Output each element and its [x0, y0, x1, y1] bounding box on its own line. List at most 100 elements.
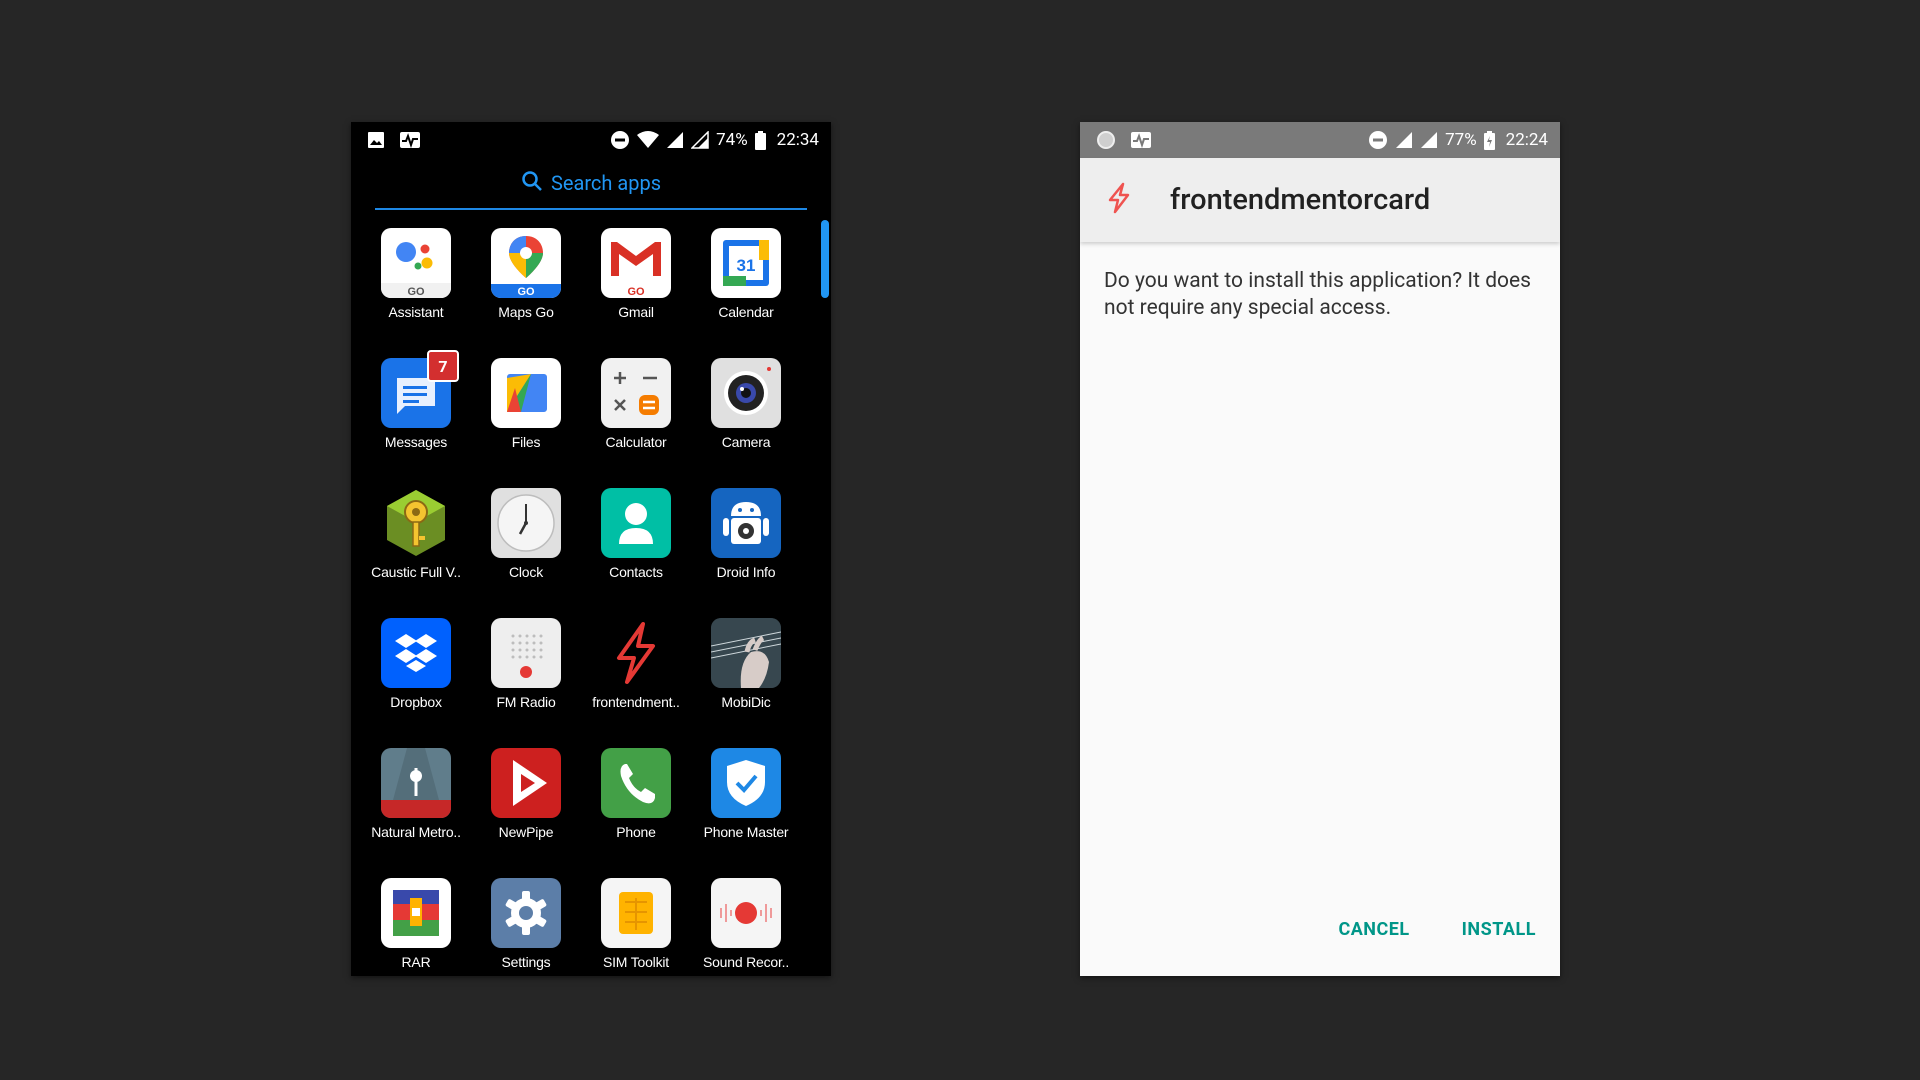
battery-percent: 77% [1445, 130, 1477, 150]
app-droid-info[interactable]: Droid Info [691, 488, 801, 618]
android-robot-icon [711, 488, 781, 558]
svg-text:GO: GO [407, 286, 425, 298]
svg-text:GO: GO [517, 286, 535, 298]
app-label: Clock [508, 564, 543, 580]
calendar-day: 31 [737, 256, 756, 275]
app-label: Calendar [718, 304, 774, 320]
sim-card-icon [601, 878, 671, 948]
app-label: Droid Info [716, 564, 776, 580]
app-label: frontendment.. [592, 694, 680, 710]
search-apps-field[interactable]: Search apps [375, 158, 807, 210]
app-phone-master[interactable]: Phone Master [691, 748, 801, 878]
svg-text:GO: GO [627, 286, 645, 298]
status-bar: 74% 22:34 [351, 122, 831, 158]
app-label: Caustic Full V.. [371, 564, 461, 580]
dialog-actions: CANCEL INSTALL [1338, 919, 1536, 940]
calendar-icon: 31 [711, 228, 781, 298]
app-name-title: frontendmentorcard [1170, 183, 1431, 217]
sound-recorder-icon [711, 878, 781, 948]
battery-percent: 74% [716, 130, 748, 150]
lightning-bolt-icon [601, 618, 671, 688]
install-button[interactable]: INSTALL [1462, 919, 1536, 940]
app-camera[interactable]: Camera [691, 358, 801, 488]
app-mobidic[interactable]: MobiDic [691, 618, 801, 748]
app-phone[interactable]: Phone [581, 748, 691, 878]
app-label: Phone Master [703, 824, 789, 840]
app-label: Camera [721, 434, 771, 450]
app-settings[interactable]: Settings [471, 878, 581, 976]
app-natural-metronome[interactable]: Natural Metro.. [361, 748, 471, 878]
app-calendar[interactable]: 31 Calendar [691, 228, 801, 358]
notification-badge: 7 [427, 350, 459, 382]
app-label: Maps Go [498, 304, 554, 320]
app-label: SIM Toolkit [602, 954, 669, 970]
app-assistant[interactable]: GO Assistant [361, 228, 471, 358]
app-contacts[interactable]: Contacts [581, 488, 691, 618]
do-not-disturb-icon [1368, 130, 1388, 150]
google-assistant-go-icon: GO [381, 228, 451, 298]
activity-notification-icon [1130, 131, 1152, 149]
clock-time: 22:34 [776, 130, 819, 150]
app-label: Settings [501, 954, 551, 970]
clock-icon [491, 488, 561, 558]
maps-go-icon: GO [491, 228, 561, 298]
app-calculator[interactable]: Calculator [581, 358, 691, 488]
gmail-go-icon: GO [601, 228, 671, 298]
app-label: Contacts [609, 564, 663, 580]
image-notification-icon [367, 131, 385, 149]
app-messages[interactable]: 7 Messages [361, 350, 471, 488]
scrollbar-thumb[interactable] [821, 220, 829, 298]
dropbox-icon [381, 618, 451, 688]
guitar-photo-icon [711, 618, 781, 688]
fm-radio-icon [491, 618, 561, 688]
app-maps-go[interactable]: GO Maps Go [471, 228, 581, 358]
app-label: Messages [384, 434, 448, 450]
messages-icon: 7 [381, 350, 459, 428]
app-label: Files [511, 434, 541, 450]
app-clock[interactable]: Clock [471, 488, 581, 618]
app-label: Dropbox [390, 694, 442, 710]
app-label: Gmail [618, 304, 654, 320]
wifi-icon [637, 131, 660, 149]
app-drawer-screen: 74% 22:34 Search apps GO Assistant GO Ma… [351, 122, 831, 976]
calculator-icon [601, 358, 671, 428]
signal-2-icon [1420, 131, 1438, 149]
clock-time: 22:24 [1505, 130, 1548, 150]
install-message: Do you want to install this application?… [1104, 269, 1531, 320]
rar-archive-icon [381, 878, 451, 948]
battery-charging-icon [1483, 130, 1495, 150]
phone-icon [601, 748, 671, 818]
battery-icon [754, 130, 766, 150]
app-newpipe[interactable]: NewPipe [471, 748, 581, 878]
app-label: Phone [616, 824, 656, 840]
files-icon [491, 358, 561, 428]
app-rar[interactable]: RAR [361, 878, 471, 976]
app-label: FM Radio [496, 694, 556, 710]
app-frontendmentor[interactable]: frontendment.. [581, 618, 691, 748]
search-placeholder: Search apps [550, 171, 662, 195]
app-dropbox[interactable]: Dropbox [361, 618, 471, 748]
newpipe-play-icon [491, 748, 561, 818]
install-app-screen: 77% 22:24 frontendmentorcard Do you want… [1080, 122, 1560, 976]
search-icon [521, 170, 543, 197]
app-label: Natural Metro.. [371, 824, 461, 840]
shield-check-icon [711, 748, 781, 818]
install-header: frontendmentorcard [1080, 158, 1560, 242]
app-gmail[interactable]: GO Gmail [581, 228, 691, 358]
activity-notification-icon [399, 131, 421, 149]
caustic-key-icon [381, 488, 451, 558]
app-label: Calculator [605, 434, 667, 450]
app-label: NewPipe [498, 824, 554, 840]
circle-notification-icon [1096, 130, 1116, 150]
cancel-button[interactable]: CANCEL [1338, 919, 1409, 940]
gear-icon [491, 878, 561, 948]
app-files[interactable]: Files [471, 358, 581, 488]
app-label: RAR [401, 954, 431, 970]
app-caustic[interactable]: Caustic Full V.. [361, 488, 471, 618]
app-sound-recorder[interactable]: Sound Recor.. [691, 878, 801, 976]
app-label: Sound Recor.. [702, 954, 790, 970]
signal-2-icon [691, 131, 709, 149]
app-fm-radio[interactable]: FM Radio [471, 618, 581, 748]
app-sim-toolkit[interactable]: SIM Toolkit [581, 878, 691, 976]
app-label: Assistant [388, 304, 444, 320]
